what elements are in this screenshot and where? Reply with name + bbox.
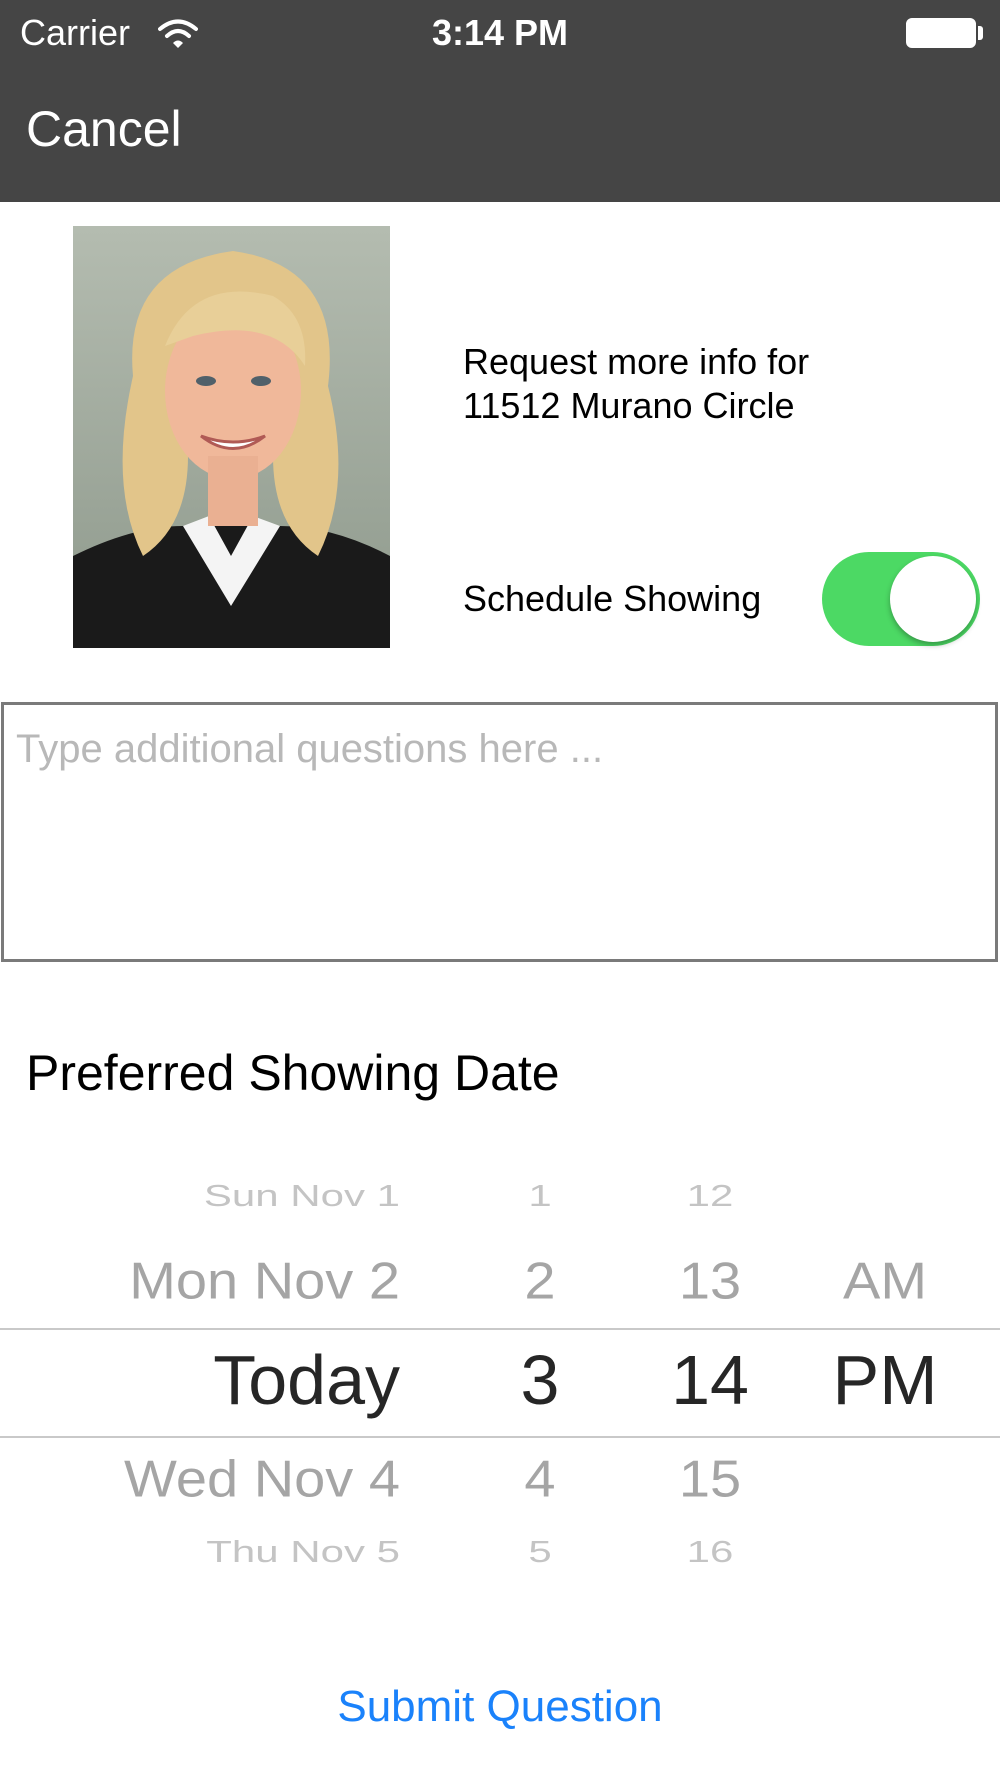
schedule-showing-toggle[interactable] [822, 552, 980, 646]
picker-minute-option[interactable]: 16 [655, 1535, 765, 1570]
battery-nub [978, 26, 983, 40]
preferred-date-label: Preferred Showing Date [26, 1045, 560, 1101]
picker-date-option[interactable]: Mon Nov 2 [40, 1251, 400, 1311]
request-line-1: Request more info for [463, 341, 810, 382]
request-info-text: Request more info for 11512 Murano Circl… [463, 340, 963, 428]
request-address: 11512 Murano Circle [463, 385, 795, 426]
picker-hour-option[interactable]: 2 [490, 1251, 590, 1311]
picker-minute-option[interactable]: 12 [655, 1179, 765, 1214]
picker-hour-selected[interactable]: 3 [490, 1340, 590, 1420]
date-time-picker[interactable]: Sun Nov 1 Mon Nov 2 Today Wed Nov 4 Thu … [0, 1150, 1000, 1610]
toggle-knob [890, 556, 976, 642]
battery-icon [906, 18, 976, 48]
picker-date-option[interactable]: Thu Nov 5 [40, 1535, 400, 1570]
schedule-showing-label: Schedule Showing [463, 578, 762, 619]
picker-minute-option[interactable]: 15 [655, 1449, 765, 1509]
picker-selection-top-line [0, 1328, 1000, 1330]
picker-selection-bottom-line [0, 1436, 1000, 1438]
navigation-bar: Carrier 3:14 PM Cancel [0, 0, 1000, 202]
picker-am-option[interactable]: AM [820, 1251, 950, 1311]
cancel-button[interactable]: Cancel [26, 100, 182, 158]
picker-minute-selected[interactable]: 14 [655, 1340, 765, 1420]
picker-date-option[interactable]: Wed Nov 4 [40, 1449, 400, 1509]
picker-pm-selected[interactable]: PM [820, 1340, 950, 1420]
questions-textarea[interactable] [1, 702, 998, 962]
picker-hour-option[interactable]: 1 [490, 1179, 590, 1214]
submit-question-button[interactable]: Submit Question [0, 1682, 1000, 1732]
picker-hour-option[interactable]: 5 [490, 1535, 590, 1570]
picker-minute-option[interactable]: 13 [655, 1251, 765, 1311]
picker-hour-option[interactable]: 4 [490, 1449, 590, 1509]
clock: 3:14 PM [431, 12, 569, 53]
picker-date-option[interactable]: Sun Nov 1 [40, 1179, 400, 1214]
picker-date-selected[interactable]: Today [40, 1340, 400, 1420]
agent-photo [73, 226, 390, 648]
status-bar: Carrier 3:14 PM [0, 0, 1000, 68]
